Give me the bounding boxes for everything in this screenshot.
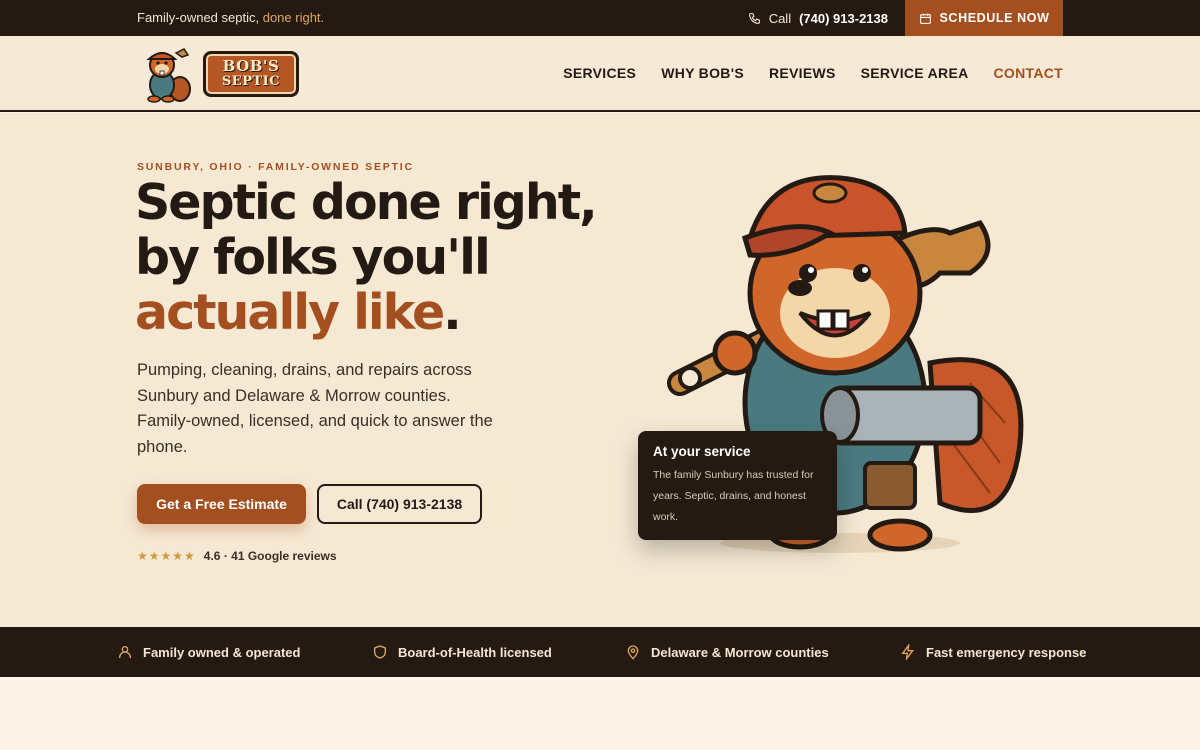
feature-family-owned: Family owned & operated [117, 627, 300, 677]
feature-label: Family owned & operated [143, 644, 301, 660]
top-tagline: Family-owned septic, done right. [137, 0, 324, 36]
tagline-highlight: done right. [262, 10, 325, 25]
star-rating-icon: ★★★★★ [137, 549, 196, 563]
lightning-icon [901, 644, 914, 660]
calendar-icon [919, 13, 931, 24]
hero-lead: Pumping, cleaning, drains, and repairs a… [137, 361, 493, 456]
schedule-label: SCHEDULE NOW [939, 11, 1050, 25]
call-phone-number: (740) 913-2138 [799, 10, 888, 26]
feature-emergency: Fast emergency response [900, 627, 1086, 677]
hero-section: SUNBURY, OHIO · FAMILY-OWNED SEPTIC Sept… [0, 113, 1200, 627]
headline-accent: actually like [135, 284, 445, 341]
logo-line-2: SEPTIC [221, 74, 281, 89]
feature-label: Fast emergency response [926, 644, 1087, 660]
beaver-logo-icon[interactable] [136, 45, 192, 103]
shield-icon [374, 645, 386, 659]
hero-eyebrow: SUNBURY, OHIO · FAMILY-OWNED SEPTIC [137, 161, 414, 173]
call-label: Call [768, 10, 792, 26]
nav-service-area[interactable]: SERVICE AREA [861, 65, 969, 81]
headline-line-1: Septic done right, [135, 174, 598, 231]
service-card-body: The family Sunbury has trusted for years… [653, 469, 814, 523]
feature-label: Board-of-Health licensed [398, 644, 552, 660]
nav-links: SERVICES WHY BOB'S REVIEWS SERVICE AREA … [563, 36, 1063, 110]
feature-label: Delaware & Morrow counties [651, 644, 829, 660]
nav-reviews[interactable]: REVIEWS [769, 65, 836, 81]
tagline-text: Family-owned septic, [137, 10, 263, 25]
headline-line-2: by folks you'll [135, 229, 491, 286]
logo-line-1: BOB'S [222, 57, 280, 75]
free-estimate-button[interactable]: Get a Free Estimate [137, 484, 306, 524]
headline-period: . [443, 284, 462, 341]
hero-headline: Septic done right, by folks you'll actua… [135, 175, 695, 340]
bobs-septic-logo[interactable]: BOB'S SEPTIC [203, 51, 299, 97]
nav-why-bobs[interactable]: WHY BOB'S [661, 65, 744, 81]
feature-counties: Delaware & Morrow counties [625, 627, 829, 677]
map-pin-icon [627, 645, 639, 660]
rating-text: 4.6 · 41 Google reviews [203, 549, 337, 563]
nav-services[interactable]: SERVICES [563, 65, 636, 81]
person-icon [119, 646, 131, 658]
service-card-title: At your service [653, 444, 751, 459]
call-button[interactable]: Call (740) 913-2138 [317, 484, 482, 524]
at-your-service-card: At your service The family Sunbury has t… [638, 431, 837, 540]
main-nav: BOB'S SEPTIC SERVICES WHY BOB'S REVIEWS … [0, 36, 1200, 112]
page-continuation [0, 677, 1200, 750]
schedule-now-button[interactable]: SCHEDULE NOW [905, 0, 1063, 36]
top-call-link[interactable]: Call (740) 913-2138 [748, 0, 888, 36]
feature-strip: Family owned & operated Board-of-Health … [0, 627, 1200, 677]
feature-licensed: Board-of-Health licensed [372, 627, 552, 677]
top-bar: Family-owned septic, done right. Call (7… [0, 0, 1200, 36]
google-rating: ★★★★★ 4.6 · 41 Google reviews [137, 549, 337, 563]
phone-icon [748, 12, 760, 24]
nav-contact[interactable]: CONTACT [994, 65, 1064, 81]
